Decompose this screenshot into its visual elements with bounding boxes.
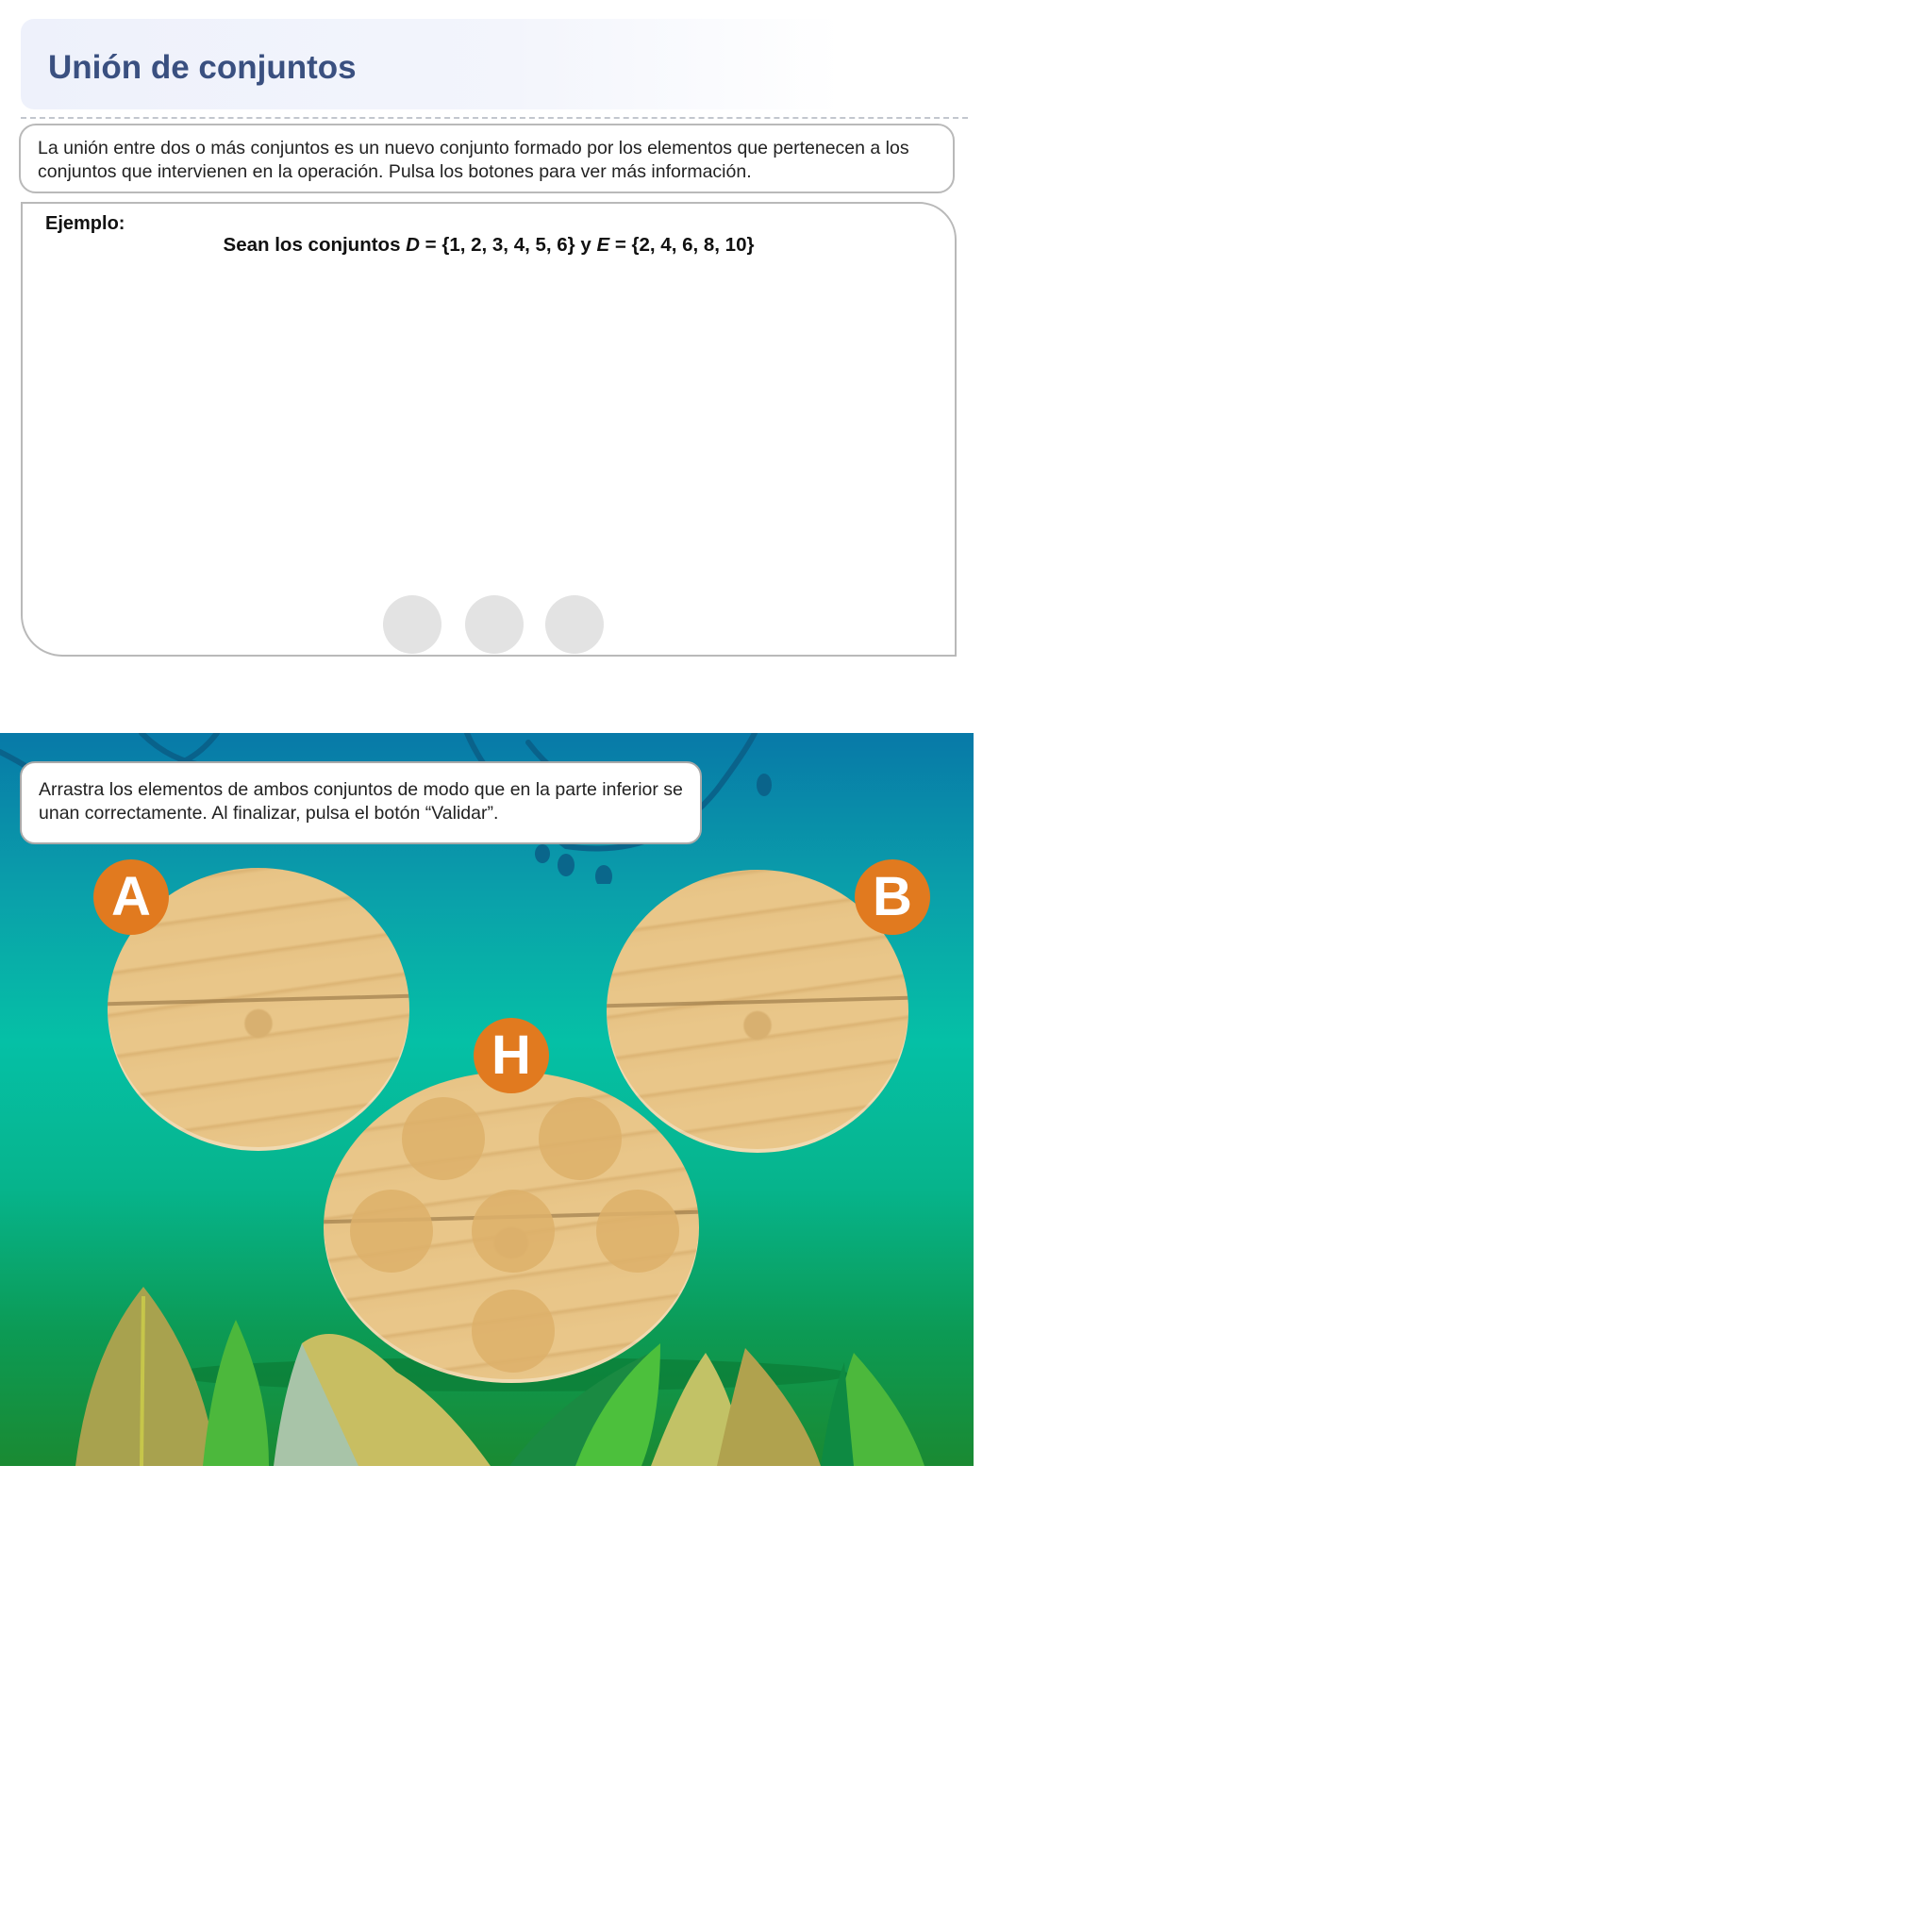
set-d-value: = {1, 2, 3, 4, 5, 6} y bbox=[419, 234, 597, 256]
example-prefix: Sean los conjuntos bbox=[223, 234, 407, 256]
instruction-box: Arrastra los elementos de ambos conjunto… bbox=[20, 761, 702, 844]
union-set-badge: H bbox=[474, 1018, 549, 1093]
drop-slot[interactable] bbox=[539, 1097, 622, 1180]
set-b-badge: B bbox=[855, 859, 930, 935]
set-e-name: E bbox=[596, 234, 610, 256]
instruction-text: Arrastra los elementos de ambos conjunto… bbox=[39, 779, 683, 824]
set-d-name: D bbox=[406, 234, 420, 256]
page-title: Unión de conjuntos bbox=[48, 49, 357, 86]
drop-slot[interactable] bbox=[596, 1190, 679, 1273]
set-a-badge: A bbox=[93, 859, 169, 935]
intro-text: La unión entre dos o más conjuntos es un… bbox=[38, 138, 909, 182]
info-button-1[interactable] bbox=[383, 595, 441, 654]
header-divider bbox=[21, 117, 968, 119]
page-header: Unión de conjuntos bbox=[21, 19, 841, 109]
example-statement: Sean los conjuntos D = {1, 2, 3, 4, 5, 6… bbox=[23, 234, 955, 257]
set-e-value: = {2, 4, 6, 8, 10} bbox=[609, 234, 755, 256]
drop-slot[interactable] bbox=[402, 1097, 485, 1180]
activity-stage: Arrastra los elementos de ambos conjunto… bbox=[0, 733, 974, 1466]
example-label: Ejemplo: bbox=[45, 213, 125, 234]
example-panel: Ejemplo: Sean los conjuntos D = {1, 2, 3… bbox=[21, 202, 957, 657]
intro-box: La unión entre dos o más conjuntos es un… bbox=[19, 124, 955, 193]
leaves-decoration bbox=[75, 1287, 924, 1466]
info-button-2[interactable] bbox=[465, 595, 524, 654]
drop-slot[interactable] bbox=[472, 1190, 555, 1273]
info-button-3[interactable] bbox=[545, 595, 604, 654]
drop-slot[interactable] bbox=[350, 1190, 433, 1273]
